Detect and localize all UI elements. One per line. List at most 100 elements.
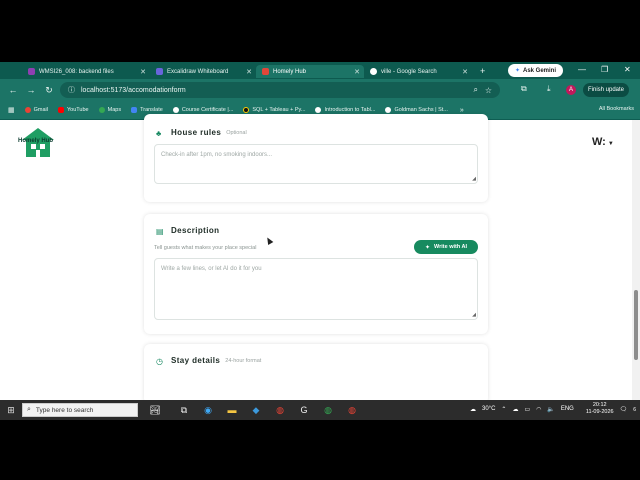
translate-icon xyxy=(131,107,138,113)
bookmark-youtube[interactable]: YouTube xyxy=(58,107,89,113)
reload-icon[interactable]: ↻ xyxy=(44,85,54,96)
tab-close-icon[interactable]: ✕ xyxy=(462,68,468,76)
bookmark-gmail[interactable]: Gmail xyxy=(24,107,48,113)
page-scrollbar[interactable] xyxy=(632,120,640,400)
taskbar-search-placeholder: Type here to search xyxy=(35,406,94,414)
all-bookmarks-button[interactable]: All Bookmarks xyxy=(599,106,634,112)
more-bookmarks-button[interactable]: » xyxy=(460,107,464,114)
site-info-icon[interactable]: ⓘ xyxy=(68,85,75,95)
weather-temp[interactable]: 30°C xyxy=(482,406,495,412)
chrome-profile-icon[interactable]: ◍ xyxy=(316,405,340,416)
task-view-icon[interactable]: ⧉ xyxy=(172,405,196,416)
tab-close-icon[interactable]: ✕ xyxy=(354,68,360,76)
close-window-icon[interactable]: ✕ xyxy=(624,65,631,74)
onedrive-icon[interactable]: ☁ xyxy=(512,406,518,413)
stay-details-title: Stay details xyxy=(171,356,221,365)
house-rules-placeholder: Check-in after 1pm, no smoking indoors..… xyxy=(161,152,273,158)
ask-gemini-label: Ask Gemini xyxy=(523,67,557,74)
description-input[interactable]: Write a few lines, or let AI do it for y… xyxy=(154,258,478,320)
url-field[interactable]: ⓘ localhost:5173/accomodationform ⌕ ☆ xyxy=(60,82,500,98)
chrome-profile-2-icon[interactable]: ◍ xyxy=(340,405,364,416)
url-text: localhost:5173/accomodationform xyxy=(81,86,186,94)
bookmark-label: Translate xyxy=(140,107,163,113)
volume-icon[interactable]: 🔈 xyxy=(547,406,554,413)
edge-icon[interactable]: ◉ xyxy=(196,405,220,416)
windows-start-icon[interactable]: ⊞ xyxy=(0,405,22,416)
extensions-icon[interactable]: ⧉ xyxy=(521,84,527,94)
search-highlight-icon[interactable]: 🏞 xyxy=(138,405,172,416)
logo-text: Homely Hub xyxy=(18,138,54,144)
maximize-icon[interactable]: ❐ xyxy=(601,65,608,74)
tab-backend-files[interactable]: WMSI26_008: backend files ✕ xyxy=(22,65,150,78)
chrome-icon[interactable]: ◍ xyxy=(268,405,292,416)
bookmark-star-icon[interactable]: ☆ xyxy=(485,86,492,95)
system-tray: ☁ 30°C ⌃ ☁ ▭ ◠ 🔈 ENG 20:12 11-09-2026 🗨 6 xyxy=(464,402,636,416)
file-explorer-icon[interactable]: ▬ xyxy=(220,405,244,415)
language-indicator[interactable]: ENG xyxy=(561,406,574,412)
house-rules-title: House rules xyxy=(171,128,222,137)
address-bar: ← → ↻ ⓘ localhost:5173/accomodationform … xyxy=(0,79,640,101)
screen: WMSI26_008: backend files ✕ Excalidraw W… xyxy=(0,62,640,420)
ask-gemini-button[interactable]: ✦ Ask Gemini xyxy=(508,64,563,77)
clock[interactable]: 20:12 11-09-2026 xyxy=(580,402,614,416)
zoom-search-icon[interactable]: ⌕ xyxy=(474,85,478,95)
gmail-icon xyxy=(24,107,31,113)
profile-avatar[interactable]: A xyxy=(566,85,576,95)
tab-excalidraw[interactable]: Excalidraw Whiteboard ✕ xyxy=(150,65,256,78)
document-icon: ▤ xyxy=(156,226,164,236)
rules-icon: ♣ xyxy=(156,128,162,138)
wifi-icon[interactable]: ◠ xyxy=(536,406,541,413)
bookmark-goldman-sachs[interactable]: Goldman Sachs | St... xyxy=(385,107,448,113)
bookmark-maps[interactable]: Maps xyxy=(98,107,121,113)
tab-label: Homely Hub xyxy=(273,68,307,75)
new-tab-button[interactable]: + xyxy=(480,66,485,76)
tab-close-icon[interactable]: ✕ xyxy=(246,68,252,76)
notifications-button[interactable]: 🗨 6 xyxy=(620,406,636,413)
maps-icon xyxy=(98,107,105,113)
google-icon xyxy=(370,68,377,75)
bookmark-intro-tableau[interactable]: Introduction to Tabl... xyxy=(315,107,375,113)
tab-google-search[interactable]: ville - Google Search ✕ xyxy=(364,65,472,78)
clock-icon: ◷ xyxy=(156,356,164,366)
description-help-text: Tell guests what makes your place specia… xyxy=(154,245,257,251)
resize-handle-icon[interactable]: ◢ xyxy=(472,312,476,318)
chrome-google-icon[interactable]: G xyxy=(292,405,316,415)
tab-label: WMSI26_008: backend files xyxy=(39,68,114,75)
tab-close-icon[interactable]: ✕ xyxy=(140,68,146,76)
taskbar-search[interactable]: ⌕ Type here to search xyxy=(22,403,138,417)
bookmark-course-certificate[interactable]: Course Certificate |... xyxy=(172,107,233,113)
weather-icon[interactable]: ☁ xyxy=(470,406,476,413)
scrollbar-thumb[interactable] xyxy=(634,290,638,360)
download-icon[interactable]: ⤓ xyxy=(547,84,551,94)
description-placeholder: Write a few lines, or let AI do it for y… xyxy=(161,266,262,272)
tab-label: Excalidraw Whiteboard xyxy=(167,68,229,75)
minimize-icon[interactable]: — xyxy=(578,65,586,74)
bookmark-translate[interactable]: Translate xyxy=(131,107,163,113)
clock-time: 20:12 xyxy=(592,402,607,408)
description-heading: ▤ Description xyxy=(156,226,220,236)
house-rules-input[interactable]: Check-in after 1pm, no smoking indoors..… xyxy=(154,144,478,184)
write-with-ai-button[interactable]: ✦ Write with AI xyxy=(414,240,478,254)
tab-bar: WMSI26_008: backend files ✕ Excalidraw W… xyxy=(0,62,640,79)
site-icon xyxy=(243,107,250,113)
finish-update-button[interactable]: Finish update xyxy=(583,83,629,97)
forward-icon[interactable]: → xyxy=(26,85,36,95)
apps-grid-icon[interactable]: ▦ xyxy=(8,106,15,114)
sparkle-icon: ✦ xyxy=(424,244,431,251)
tab-homely-hub[interactable]: Homely Hub ✕ xyxy=(256,65,364,78)
user-menu-button[interactable]: W: ▼ xyxy=(592,136,614,148)
house-rules-heading: ♣ House rules Optional xyxy=(156,128,247,138)
bookmark-label: Goldman Sachs | St... xyxy=(394,107,448,113)
back-icon[interactable]: ← xyxy=(8,85,18,95)
vscode-icon[interactable]: ◆ xyxy=(244,405,268,416)
description-title: Description xyxy=(171,226,220,235)
bookmark-sql-tableau[interactable]: SQL + Tableau + Py... xyxy=(243,107,305,113)
user-menu-label: W: xyxy=(592,136,606,148)
tray-expand-icon[interactable]: ⌃ xyxy=(501,406,506,413)
resize-handle-icon[interactable]: ◢ xyxy=(472,176,476,182)
battery-icon[interactable]: ▭ xyxy=(524,406,530,413)
globe-icon xyxy=(315,107,322,113)
globe-icon xyxy=(172,107,179,113)
stay-details-heading: ◷ Stay details 24-hour format xyxy=(156,356,261,366)
chevron-down-icon: ▼ xyxy=(607,141,614,147)
